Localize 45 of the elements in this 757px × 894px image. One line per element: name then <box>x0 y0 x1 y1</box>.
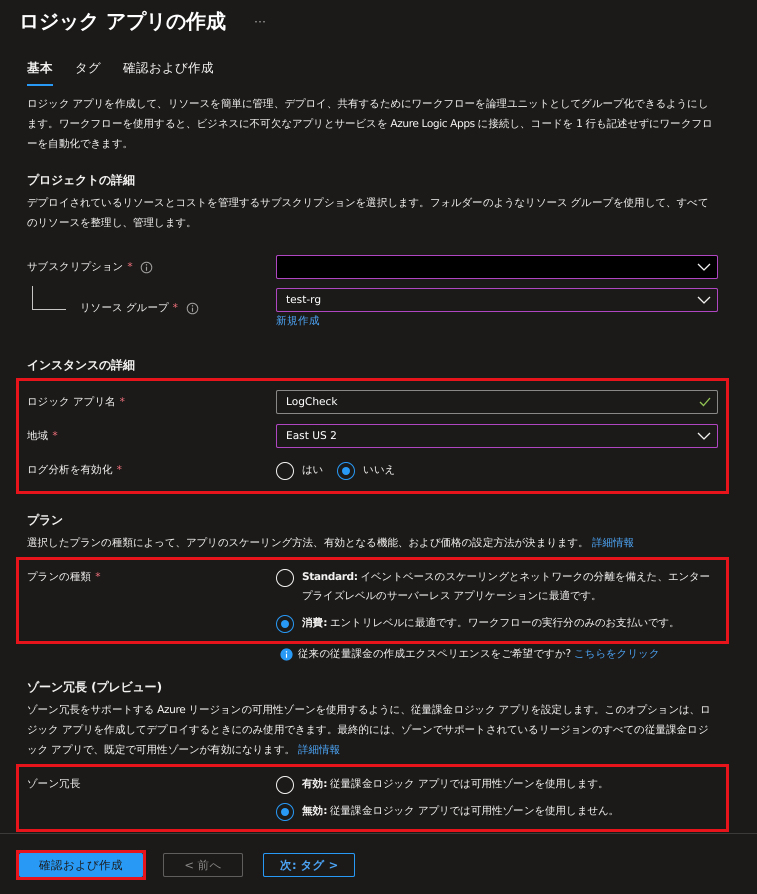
section-heading: プラン <box>26 512 64 529</box>
click-here-link[interactable]: こちらをクリック <box>574 648 660 660</box>
radio-option[interactable]: はい <box>276 460 324 480</box>
section-heading: プロジェクトの詳細 <box>26 172 136 189</box>
details-link[interactable]: 詳細情報 <box>592 537 634 549</box>
field-label: サブスクリプション * <box>27 260 132 275</box>
tab[interactable]: 確認および作成 <box>123 58 214 86</box>
more-button[interactable]: ··· <box>250 14 270 28</box>
tab[interactable]: タグ <box>75 58 101 86</box>
radio-button[interactable] <box>276 803 294 821</box>
section-heading: ゾーン冗長 (プレビュー) <box>26 679 164 696</box>
chevron-down-icon <box>697 263 711 271</box>
radio-button[interactable] <box>337 462 356 480</box>
field-label: 地域 * <box>27 429 58 444</box>
section-description: ゾーン冗長をサポートする Azure リージョンの可用性ゾーンを使用するように、従量課金ロジック アプリを設定します。このオプションは、ロジック アプリを作成してデプロイするときにのみ使用できます。最終的には、ゾーンでサポートされているリージョンのすべての従量課金ロジック アプリで、既定で可用性ゾーンが有効になります。 詳細情報 <box>26 703 712 758</box>
radio-button[interactable] <box>276 615 294 633</box>
info-icon <box>280 648 293 660</box>
field-label: ログ分析を有効化 * <box>27 463 122 478</box>
input-field[interactable]: LogCheck <box>276 390 718 414</box>
radio-option[interactable]: 無効: 従量課金ロジック アプリでは可用性ゾーンを使用しません。 <box>276 802 718 821</box>
field-label: プランの種類 * <box>27 570 100 585</box>
chevron-down-icon <box>697 432 711 440</box>
footer-button[interactable]: 次: タグ > <box>263 853 356 877</box>
page-title: ロジック アプリの作成 <box>19 8 226 34</box>
section-description: デプロイされているリソースとコストを管理するサブスクリプションを選択します。フォルダーのようなリソース グループを使用して、すべてのリソースを整理し、管理します。 <box>26 196 710 231</box>
radio-option[interactable]: 有効: 従量課金ロジック アプリでは可用性ゾーンを使用します。 <box>276 775 718 794</box>
tree-connector-line <box>32 286 66 310</box>
chevron-down-icon <box>697 296 711 304</box>
create-new-link[interactable]: 新規作成 <box>276 314 320 328</box>
dropdown-field[interactable] <box>276 255 718 279</box>
radio-option[interactable]: 消費: エントリレベルに最適です。ワークフローの実行分のみのお支払いです。 <box>276 614 718 633</box>
field-label: ロジック アプリ名 * <box>27 395 125 410</box>
footer-button[interactable]: 確認および作成 <box>19 853 143 877</box>
tab[interactable]: 基本 <box>27 58 53 86</box>
field-label: ゾーン冗長 <box>27 777 81 792</box>
dropdown-field[interactable]: East US 2 <box>276 424 718 448</box>
details-link[interactable]: 詳細情報 <box>298 744 340 756</box>
note-text: 従来の従量課金の作成エクスペリエンスをご希望ですか? こちらをクリック <box>298 647 660 661</box>
intro-text: ロジック アプリを作成して、リソースを簡単に管理、デプロイ、共有するためにワークフローを論理ユニットとしてグループ化できるようにします。ワークフローを使用すると、ビジネスに不可欠なアプリとサービスを Azure Logic Apps に接続し、コードを 1 行も記述せずにワークフローを自動化できます。 <box>26 97 714 152</box>
radio-option[interactable]: いいえ <box>337 460 396 480</box>
section-description: 選択したプランの種類によって、アプリのスケーリング方法、有効となる機能、および価格の設定方法が決まります。 詳細情報 <box>26 536 636 551</box>
field-label: リソース グループ * <box>80 301 178 316</box>
section-heading: インスタンスの詳細 <box>26 357 136 374</box>
radio-option[interactable]: Standard: イベントベースのスケーリングとネットワークの分離を備えた、エンタープライズレベルのサーバーレス アプリケーションに最適です。 <box>276 568 718 606</box>
dropdown-field[interactable]: test-rg <box>276 288 718 312</box>
